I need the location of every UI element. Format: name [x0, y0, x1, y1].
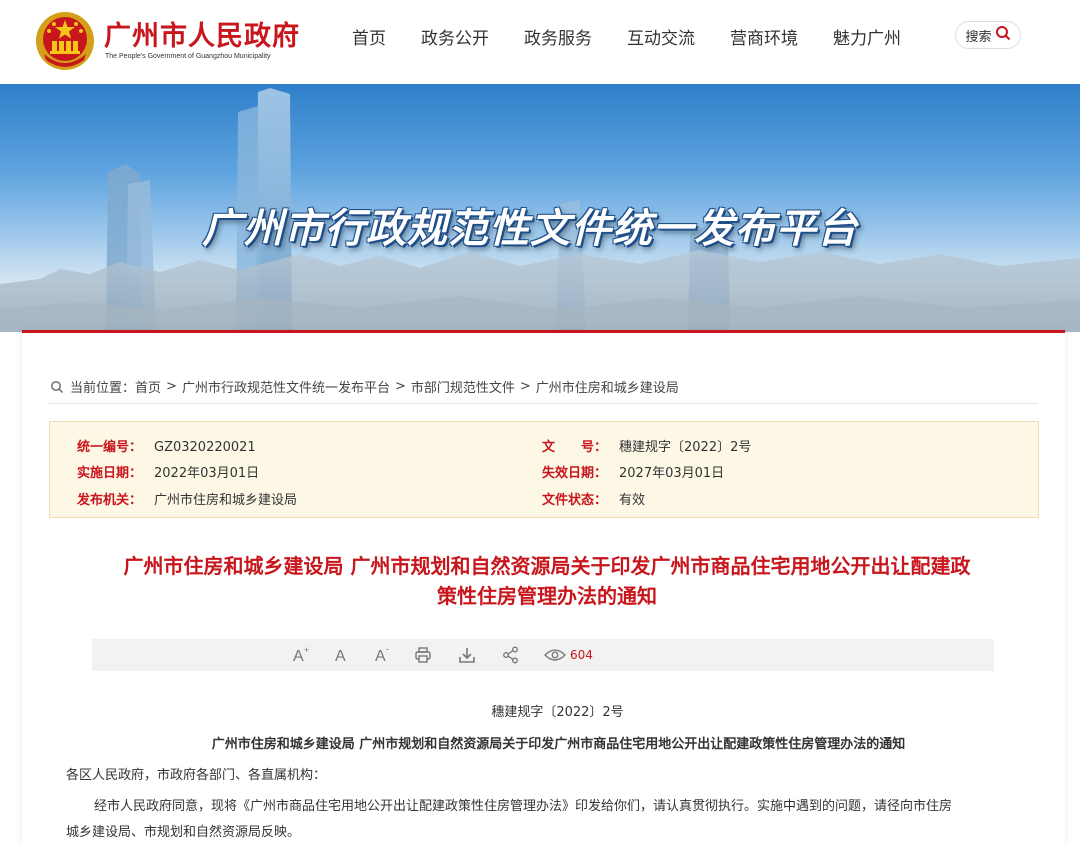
svg-text:A: A	[335, 648, 346, 665]
view-count: 604	[570, 648, 593, 662]
breadcrumb-item-housing-bureau[interactable]: 广州市住房和城乡建设局	[536, 377, 679, 396]
breadcrumb-item-platform[interactable]: 广州市行政规范性文件统一发布平台	[182, 377, 390, 396]
font-decrease-icon[interactable]: A-	[374, 645, 394, 665]
breadcrumb: 当前位置： 首页 > 广州市行政规范性文件统一发布平台 > 市部门规范性文件 >…	[50, 377, 679, 396]
breadcrumb-item-dept-docs[interactable]: 市部门规范性文件	[411, 377, 515, 396]
svg-text:-: -	[386, 645, 389, 654]
document-title: 广州市住房和城乡建设局 广州市规划和自然资源局关于印发广州市商品住宅用地公开出让…	[82, 551, 1012, 611]
document-title-line: 广州市住房和城乡建设局 广州市规划和自然资源局关于印发广州市商品住宅用地公开出让…	[123, 554, 971, 578]
document-toolbar: A + A A- 604	[92, 639, 994, 671]
meta-doc-no: 文 号： 穗建规字〔2022〕2号	[542, 436, 751, 455]
breadcrumb-item-home[interactable]: 首页	[135, 377, 161, 396]
svg-text:A: A	[293, 648, 304, 665]
meta-key: 失效日期：	[542, 466, 608, 481]
document-salutation: 各区人民政府，市政府各部门、各直属机构：	[66, 768, 327, 783]
meta-key: 文 号：	[542, 440, 608, 455]
eye-icon	[544, 648, 566, 662]
meta-key: 发布机关：	[77, 493, 143, 508]
document-number: 穗建规字〔2022〕2号	[491, 705, 624, 720]
breadcrumb-prefix: 当前位置：	[70, 381, 136, 396]
document-subtitle: 广州市住房和城乡建设局 广州市规划和自然资源局关于印发广州市商品住宅用地公开出让…	[211, 737, 906, 752]
site-header: 广州市人民政府 The People's Government of Guang…	[0, 0, 1080, 84]
meta-value: 广州市住房和城乡建设局	[154, 493, 298, 508]
main-nav: 首页 政务公开 政务服务 互动交流 营商环境 魅力广州	[352, 24, 936, 49]
site-subtitle: The People's Government of Guangzhou Mun…	[105, 53, 271, 60]
nav-item-business-env[interactable]: 营商环境	[730, 24, 798, 49]
nav-item-gov-services[interactable]: 政务服务	[524, 24, 592, 49]
font-increase-icon[interactable]: A +	[292, 645, 312, 665]
site-title[interactable]: 广州市人民政府	[104, 14, 300, 53]
breadcrumb-separator: >	[519, 379, 531, 394]
meta-value: 穗建规字〔2022〕2号	[619, 440, 752, 455]
meta-issuer: 发布机关： 广州市住房和城乡建设局	[77, 489, 297, 508]
share-icon[interactable]	[502, 645, 520, 665]
meta-value: 2022年03月01日	[154, 466, 260, 481]
search-label: 搜索	[965, 29, 992, 45]
meta-key: 统一编号：	[77, 440, 143, 455]
meta-status: 文件状态： 有效	[542, 489, 645, 508]
view-counter: 604	[544, 645, 593, 665]
document-body-line: 经市人民政府同意，现将《广州市商品住宅用地公开出让配建政策性住房管理办法》印发给…	[94, 799, 953, 814]
divider	[48, 403, 1038, 404]
document-body-line: 城乡建设局、市规划和自然资源局反映。	[66, 825, 301, 840]
emblem-icon[interactable]	[34, 10, 96, 72]
breadcrumb-separator: >	[394, 379, 406, 394]
nav-item-gov-affairs-open[interactable]: 政务公开	[421, 24, 489, 49]
meta-key: 文件状态：	[542, 493, 608, 508]
document-title-line: 策性住房管理办法的通知	[437, 584, 657, 608]
nav-item-interaction[interactable]: 互动交流	[627, 24, 695, 49]
banner-title: 广州市行政规范性文件统一发布平台	[202, 206, 858, 252]
meta-expire-date: 失效日期： 2027年03月01日	[542, 462, 724, 481]
meta-key: 实施日期：	[77, 466, 143, 481]
search-button[interactable]: 搜索	[955, 21, 1021, 49]
search-icon	[995, 25, 1011, 45]
svg-text:+: +	[304, 645, 309, 655]
location-icon	[50, 380, 64, 394]
meta-value: 有效	[619, 493, 646, 508]
meta-value: GZ0320220021	[154, 440, 256, 455]
meta-unified-no: 统一编号： GZ0320220021	[77, 436, 256, 455]
content-panel: 当前位置： 首页 > 广州市行政规范性文件统一发布平台 > 市部门规范性文件 >…	[22, 330, 1065, 846]
download-icon[interactable]	[458, 645, 476, 665]
meta-effective-date: 实施日期： 2022年03月01日	[77, 462, 259, 481]
breadcrumb-separator: >	[166, 379, 177, 394]
nav-item-home[interactable]: 首页	[352, 24, 386, 49]
font-normal-icon[interactable]: A	[334, 645, 350, 665]
meta-value: 2027年03月01日	[619, 466, 725, 481]
banner: 广州市行政规范性文件统一发布平台	[0, 84, 1080, 332]
svg-text:A: A	[375, 648, 386, 665]
nav-item-charm-guangzhou[interactable]: 魅力广州	[833, 24, 901, 49]
print-icon[interactable]	[414, 645, 432, 665]
document-meta-panel: 统一编号： GZ0320220021 文 号： 穗建规字〔2022〕2号 实施日期：…	[49, 421, 1039, 518]
